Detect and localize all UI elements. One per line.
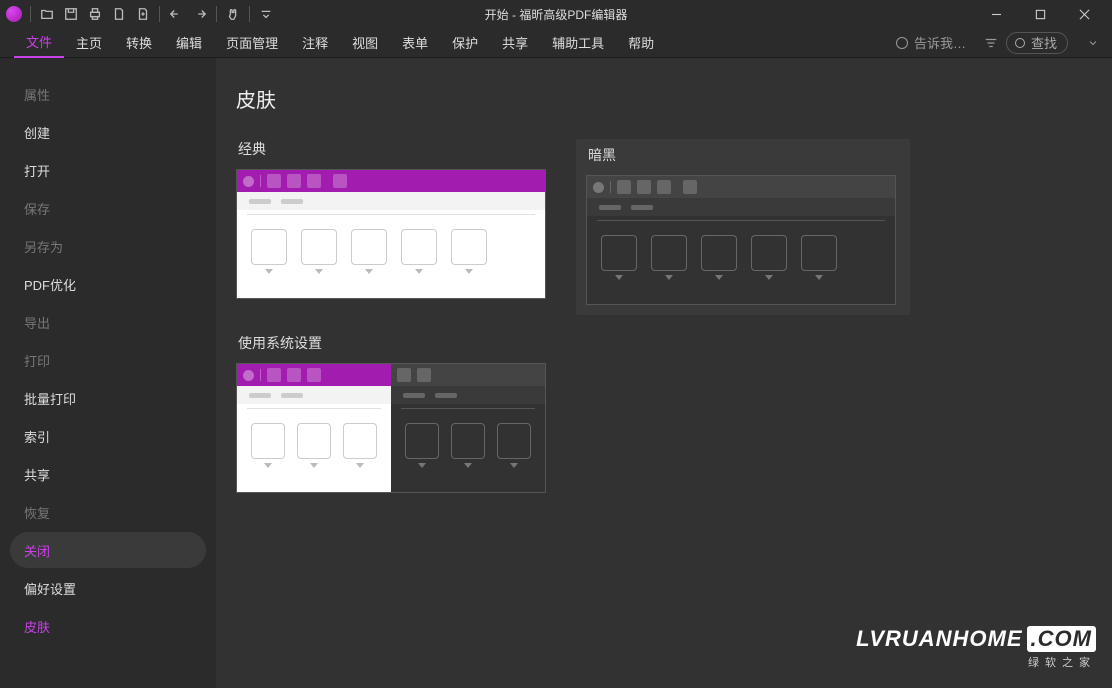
find-input[interactable]: 查找 <box>1006 32 1068 54</box>
print-icon[interactable] <box>85 4 105 24</box>
theme-label: 经典 <box>236 139 546 159</box>
sidebar-item-save[interactable]: 保存 <box>10 190 206 226</box>
find-placeholder: 查找 <box>1031 33 1057 52</box>
watermark-sub: 绿软之家 <box>856 654 1096 670</box>
sidebar-item-share[interactable]: 共享 <box>10 456 206 492</box>
tab-convert[interactable]: 转换 <box>114 28 164 58</box>
add-doc-icon[interactable] <box>133 4 153 24</box>
tab-file[interactable]: 文件 <box>14 28 64 58</box>
tab-form[interactable]: 表单 <box>390 28 440 58</box>
search-icon <box>1015 38 1025 48</box>
ribbon-tabs: 文件 主页 转换 编辑 页面管理 注释 视图 表单 保护 共享 辅助工具 帮助 … <box>0 28 1112 58</box>
window-title: 开始 - 福昕高级PDF编辑器 <box>485 6 628 23</box>
file-sidebar: 属性 创建 打开 保存 另存为 PDF优化 导出 打印 批量打印 索引 共享 恢… <box>0 58 216 688</box>
watermark-text: LVRUANHOME <box>856 626 1022 652</box>
theme-preview-dark <box>586 175 896 305</box>
close-button[interactable] <box>1062 0 1106 28</box>
sidebar-item-saveas[interactable]: 另存为 <box>10 228 206 264</box>
sidebar-item-preferences[interactable]: 偏好设置 <box>10 570 206 606</box>
tab-view[interactable]: 视图 <box>340 28 390 58</box>
sidebar-item-export[interactable]: 导出 <box>10 304 206 340</box>
theme-option-dark[interactable]: 暗黑 <box>576 139 910 315</box>
tab-protect[interactable]: 保护 <box>440 28 490 58</box>
tell-me-input[interactable]: 告诉我… <box>896 33 966 52</box>
theme-option-classic[interactable]: 经典 <box>236 139 546 315</box>
customize-dropdown-icon[interactable] <box>256 4 276 24</box>
separator <box>249 6 250 22</box>
open-icon[interactable] <box>37 4 57 24</box>
minimize-button[interactable] <box>974 0 1018 28</box>
new-doc-icon[interactable] <box>109 4 129 24</box>
tab-edit[interactable]: 编辑 <box>164 28 214 58</box>
search-icon <box>896 37 908 49</box>
theme-preview-classic <box>236 169 546 299</box>
content-area: 皮肤 经典 暗黑 <box>216 58 1112 688</box>
tab-home[interactable]: 主页 <box>64 28 114 58</box>
tab-accessibility[interactable]: 辅助工具 <box>540 28 616 58</box>
watermark: LVRUANHOME .COM 绿软之家 <box>856 626 1096 670</box>
ribbon-collapse-icon[interactable] <box>1084 34 1102 52</box>
titlebar: 开始 - 福昕高级PDF编辑器 <box>0 0 1112 28</box>
sidebar-item-properties[interactable]: 属性 <box>10 76 206 112</box>
sidebar-item-restore[interactable]: 恢复 <box>10 494 206 530</box>
separator <box>30 6 31 22</box>
tell-me-placeholder: 告诉我… <box>914 33 966 52</box>
tab-help[interactable]: 帮助 <box>616 28 666 58</box>
undo-icon[interactable] <box>166 4 186 24</box>
save-icon[interactable] <box>61 4 81 24</box>
theme-option-system[interactable]: 使用系统设置 <box>236 333 546 493</box>
tab-page-manage[interactable]: 页面管理 <box>214 28 290 58</box>
separator <box>216 6 217 22</box>
app-logo-icon <box>6 6 22 22</box>
settings-filter-icon[interactable] <box>982 34 1000 52</box>
sidebar-item-index[interactable]: 索引 <box>10 418 206 454</box>
hand-icon[interactable] <box>223 4 243 24</box>
sidebar-item-create[interactable]: 创建 <box>10 114 206 150</box>
separator <box>159 6 160 22</box>
sidebar-item-print[interactable]: 打印 <box>10 342 206 378</box>
sidebar-item-open[interactable]: 打开 <box>10 152 206 188</box>
page-title: 皮肤 <box>236 84 1092 113</box>
tab-share[interactable]: 共享 <box>490 28 540 58</box>
redo-icon[interactable] <box>190 4 210 24</box>
theme-label: 使用系统设置 <box>236 333 546 353</box>
watermark-box: .COM <box>1027 626 1096 652</box>
theme-label: 暗黑 <box>586 145 900 165</box>
theme-preview-system <box>236 363 546 493</box>
sidebar-item-optimize[interactable]: PDF优化 <box>10 266 206 302</box>
sidebar-item-close[interactable]: 关闭 <box>10 532 206 568</box>
tab-comment[interactable]: 注释 <box>290 28 340 58</box>
maximize-button[interactable] <box>1018 0 1062 28</box>
sidebar-item-skin[interactable]: 皮肤 <box>10 608 206 644</box>
sidebar-item-batchprint[interactable]: 批量打印 <box>10 380 206 416</box>
